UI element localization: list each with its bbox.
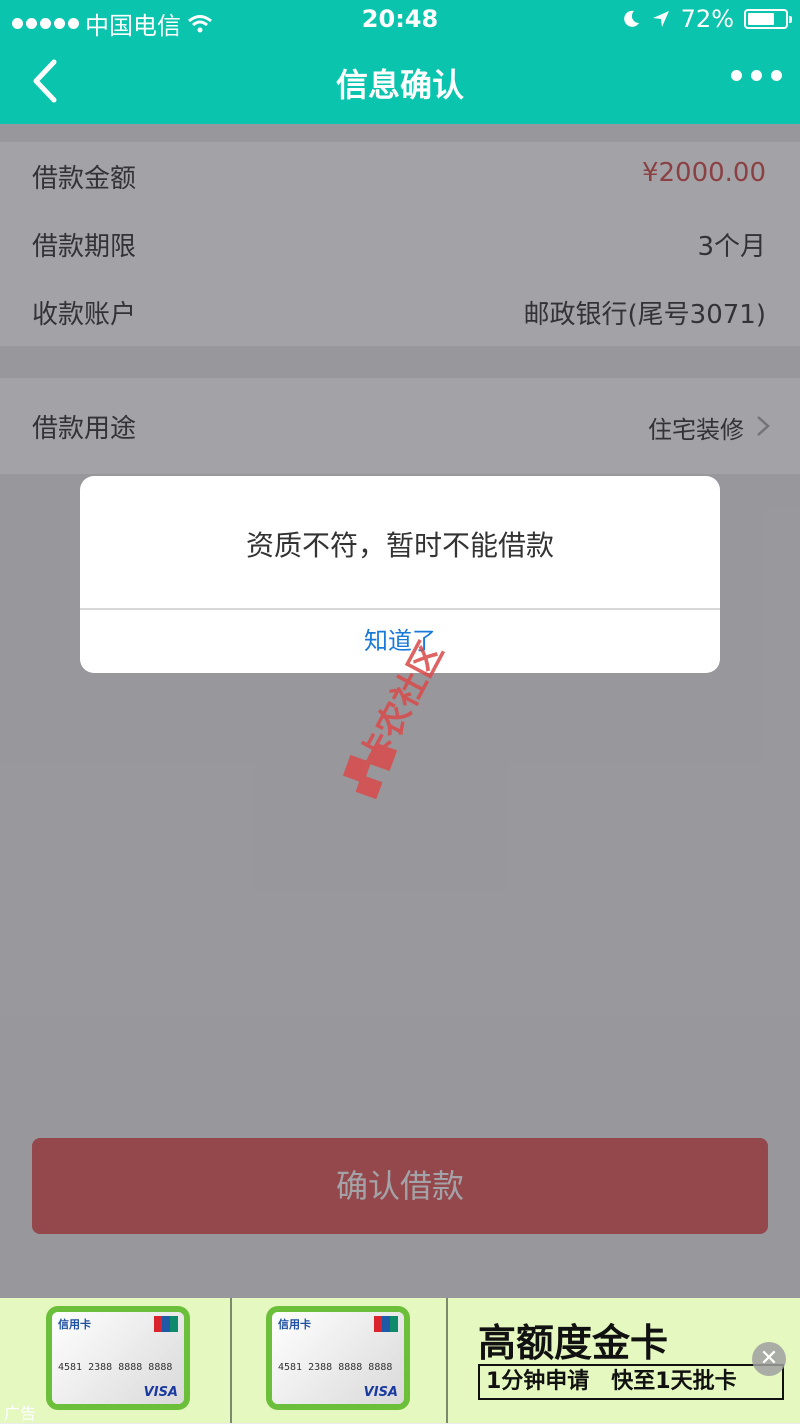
location-arrow-icon: [652, 11, 669, 27]
credit-card-image: 信用卡 4581 2388 8888 8888 VISA: [52, 1312, 184, 1404]
ad-banner[interactable]: 信用卡 4581 2388 8888 8888 VISA 信用卡 4581 23…: [0, 1298, 800, 1423]
card-brand: VISA: [143, 1385, 178, 1400]
watermark-text: 卡农社区: [352, 636, 451, 775]
close-icon[interactable]: ✕: [752, 1342, 786, 1376]
unionpay-icon: [374, 1316, 398, 1332]
battery-fill: [748, 13, 774, 25]
ad-subline: 1分钟申请 快至1天批卡: [478, 1364, 784, 1400]
card-number: 4581 2388 8888 8888: [58, 1362, 173, 1373]
nav-bar: 信息确认: [0, 40, 800, 124]
ad-card-panel-2: 信用卡 4581 2388 8888 8888 VISA: [232, 1298, 446, 1423]
card-brand: VISA: [363, 1385, 398, 1400]
battery-percent: 72%: [680, 5, 734, 33]
alert-message: 资质不符，暂时不能借款: [245, 529, 554, 562]
ad-headline: 高额度金卡: [478, 1321, 669, 1365]
page-title: 信息确认: [335, 66, 464, 104]
ad-tag: 广告: [4, 1404, 37, 1423]
card-label: 信用卡: [58, 1318, 91, 1331]
battery-icon: [744, 9, 792, 29]
ad-separator: [446, 1298, 448, 1423]
card-label: 信用卡: [278, 1318, 311, 1331]
more-dots-icon[interactable]: [731, 70, 782, 81]
unionpay-icon: [154, 1316, 178, 1332]
moon-icon: [623, 10, 639, 27]
status-bar: 中国电信 20:48 72%: [0, 0, 800, 40]
card-number: 4581 2388 8888 8888: [278, 1362, 393, 1373]
watermark-logo: 卡农社区: [342, 636, 452, 800]
status-right: 72%: [621, 5, 792, 33]
credit-card-image: 信用卡 4581 2388 8888 8888 VISA: [272, 1312, 404, 1404]
